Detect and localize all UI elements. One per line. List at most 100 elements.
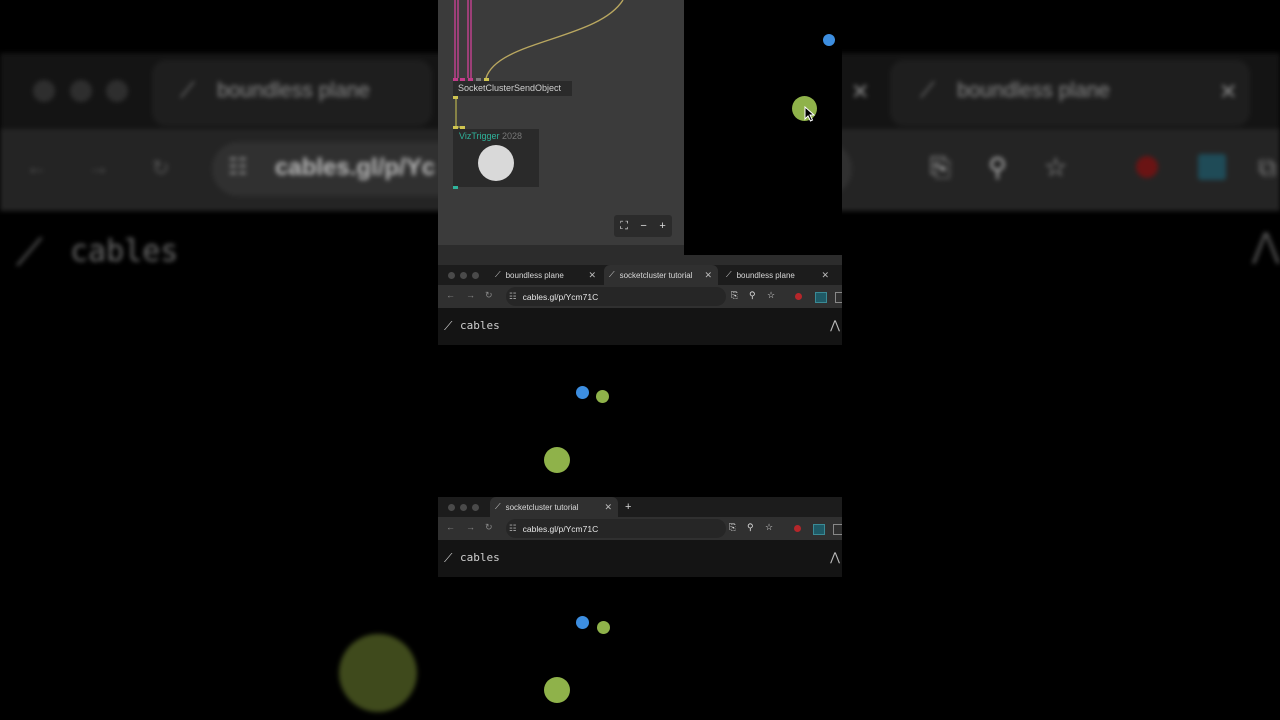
node-socketcluster-send[interactable]: SocketClusterSendObject bbox=[453, 81, 572, 96]
blue-ball bbox=[823, 34, 835, 46]
tab-socketcluster-tutorial[interactable]: ⟋ socketcluster tutorial ✕ bbox=[604, 265, 718, 285]
bg-url-text: cables.gl/p/Yc bbox=[275, 154, 436, 181]
extensions-puzzle-icon[interactable] bbox=[835, 292, 842, 303]
cables-brand: cables bbox=[460, 551, 500, 564]
cables-tab-icon: ⟋ bbox=[495, 502, 501, 511]
cables-header: ⟋ cables ⋀ bbox=[438, 540, 842, 577]
bg-tab-logo-icon: ⟋ bbox=[920, 79, 935, 102]
bg-traffic-light bbox=[106, 80, 128, 102]
install-app-icon[interactable]: ⎘ bbox=[731, 290, 738, 301]
window-close-control[interactable] bbox=[448, 272, 455, 279]
close-tab-icon[interactable]: ✕ bbox=[821, 270, 829, 281]
green-ball-small bbox=[596, 390, 609, 403]
zoom-icon[interactable]: ⚲ bbox=[747, 522, 754, 533]
extension-icon[interactable] bbox=[813, 524, 825, 535]
browser-window-2: ⟋ socketcluster tutorial ✕ + ← → ↻ ☷ cab… bbox=[438, 497, 842, 720]
reload-icon[interactable]: ↻ bbox=[485, 522, 493, 533]
bookmark-star-icon[interactable]: ☆ bbox=[765, 522, 773, 533]
window-minimize-control[interactable] bbox=[460, 504, 467, 511]
mouse-cursor-icon bbox=[804, 106, 816, 122]
green-ball bbox=[544, 677, 570, 703]
tab-label: socketcluster tutorial bbox=[505, 502, 579, 512]
zoom-fit-icon[interactable]: ⛶ bbox=[620, 220, 628, 233]
bg-cables-logo-icon: ⟋ bbox=[16, 232, 43, 274]
browser-window-1: ⟋ boundless plane ✕ ⟋ socketcluster tuto… bbox=[438, 265, 842, 495]
canvas-preview[interactable] bbox=[684, 3, 842, 255]
cables-header: ⟋ cables ⋀ bbox=[438, 308, 842, 345]
cables-tab-icon: ⟋ bbox=[726, 270, 732, 279]
cables-brand: cables bbox=[460, 319, 500, 332]
bg-traffic-light bbox=[33, 80, 55, 102]
viztrigger-indicator bbox=[478, 145, 514, 181]
back-icon[interactable]: ← bbox=[446, 290, 455, 300]
tab-boundless-plane[interactable]: ⟋ boundless plane ✕ bbox=[721, 265, 835, 285]
performance-pulse-icon[interactable]: ⋀ bbox=[830, 550, 840, 564]
url-text: cables.gl/p/Ycm71C bbox=[522, 523, 599, 534]
node-port[interactable] bbox=[453, 96, 458, 99]
address-bar[interactable]: ☷ cables.gl/p/Ycm71C bbox=[506, 519, 726, 538]
forward-icon[interactable]: → bbox=[466, 522, 475, 532]
cables-tab-icon: ⟋ bbox=[495, 270, 501, 279]
cables-logo-icon[interactable]: ⟋ bbox=[444, 551, 452, 566]
reload-icon[interactable]: ↻ bbox=[485, 290, 493, 301]
bg-extension-icon bbox=[1198, 154, 1226, 180]
bg-close-icon: ✕ bbox=[851, 79, 870, 104]
tab-label: boundless plane bbox=[736, 270, 795, 280]
site-settings-icon[interactable]: ☷ bbox=[509, 291, 517, 302]
bg-brand: cables bbox=[70, 234, 179, 269]
green-ball-small bbox=[597, 621, 610, 634]
patch-cables bbox=[454, 0, 624, 128]
node-title: VizTrigger bbox=[459, 131, 500, 141]
main-column: SocketClusterSendObject VizTrigger 2028 … bbox=[438, 0, 842, 720]
bg-pulse-icon: ⋀ bbox=[1252, 227, 1280, 265]
tab-socketcluster-tutorial[interactable]: ⟋ socketcluster tutorial ✕ bbox=[490, 497, 618, 517]
close-tab-icon[interactable]: ✕ bbox=[604, 502, 612, 513]
forward-icon[interactable]: → bbox=[466, 290, 475, 300]
green-ball bbox=[544, 447, 570, 473]
bg-site-settings-icon: ☷ bbox=[228, 154, 248, 179]
node-port[interactable] bbox=[453, 186, 458, 189]
browser-toolbar: ← → ↻ ☷ cables.gl/p/Ycm71C ⎘ ⚲ ☆ bbox=[438, 285, 842, 308]
site-settings-icon[interactable]: ☷ bbox=[509, 523, 517, 534]
bg-close-icon: ✕ bbox=[1219, 79, 1238, 104]
zoom-out-button[interactable]: − bbox=[640, 220, 646, 232]
node-count: 2028 bbox=[502, 131, 523, 141]
bg-reload-icon: ↻ bbox=[152, 157, 170, 180]
node-viztrigger[interactable]: VizTrigger 2028 bbox=[453, 129, 539, 187]
bg-green-ball bbox=[339, 634, 417, 712]
performance-pulse-icon[interactable]: ⋀ bbox=[830, 318, 840, 332]
window-zoom-control[interactable] bbox=[472, 272, 479, 279]
zoom-in-button[interactable]: + bbox=[659, 220, 665, 232]
bg-forward-icon: → bbox=[88, 156, 109, 179]
bookmark-star-icon[interactable]: ☆ bbox=[767, 290, 775, 301]
blue-ball bbox=[576, 616, 589, 629]
close-tab-icon[interactable]: ✕ bbox=[704, 270, 712, 281]
extensions-puzzle-icon[interactable] bbox=[833, 524, 842, 535]
cables-tab-icon: ⟋ bbox=[609, 270, 615, 279]
browser-toolbar: ← → ↻ ☷ cables.gl/p/Ycm71C ⎘ ⚲ ☆ bbox=[438, 517, 842, 540]
back-icon[interactable]: ← bbox=[446, 522, 455, 532]
tab-label: socketcluster tutorial bbox=[619, 270, 693, 280]
ublock-icon[interactable] bbox=[795, 293, 802, 300]
bg-puzzle-icon: ⧉ bbox=[1258, 152, 1277, 182]
address-bar[interactable]: ☷ cables.gl/p/Ycm71C bbox=[506, 287, 726, 306]
install-app-icon[interactable]: ⎘ bbox=[729, 522, 736, 533]
tab-boundless-plane[interactable]: ⟋ boundless plane ✕ bbox=[490, 265, 602, 285]
extension-icon[interactable] bbox=[815, 292, 827, 303]
cables-logo-icon[interactable]: ⟋ bbox=[444, 319, 452, 334]
url-text: cables.gl/p/Ycm71C bbox=[522, 291, 599, 302]
patch-editor[interactable]: SocketClusterSendObject VizTrigger 2028 … bbox=[438, 0, 684, 245]
zoom-icon[interactable]: ⚲ bbox=[749, 290, 756, 301]
new-tab-button[interactable]: + bbox=[625, 497, 631, 517]
tab-strip: ⟋ boundless plane ✕ ⟋ socketcluster tuto… bbox=[438, 265, 842, 285]
bg-tab-title: boundless plane bbox=[957, 79, 1110, 102]
node-title: SocketClusterSendObject bbox=[458, 83, 562, 93]
window-minimize-control[interactable] bbox=[460, 272, 467, 279]
window-zoom-control[interactable] bbox=[472, 504, 479, 511]
bg-tab-title: boundless plane bbox=[217, 79, 370, 102]
bg-tab-logo-icon: ⟋ bbox=[180, 79, 195, 102]
bg-back-icon: ← bbox=[26, 156, 47, 179]
ublock-icon[interactable] bbox=[794, 525, 801, 532]
close-tab-icon[interactable]: ✕ bbox=[588, 270, 596, 281]
window-close-control[interactable] bbox=[448, 504, 455, 511]
